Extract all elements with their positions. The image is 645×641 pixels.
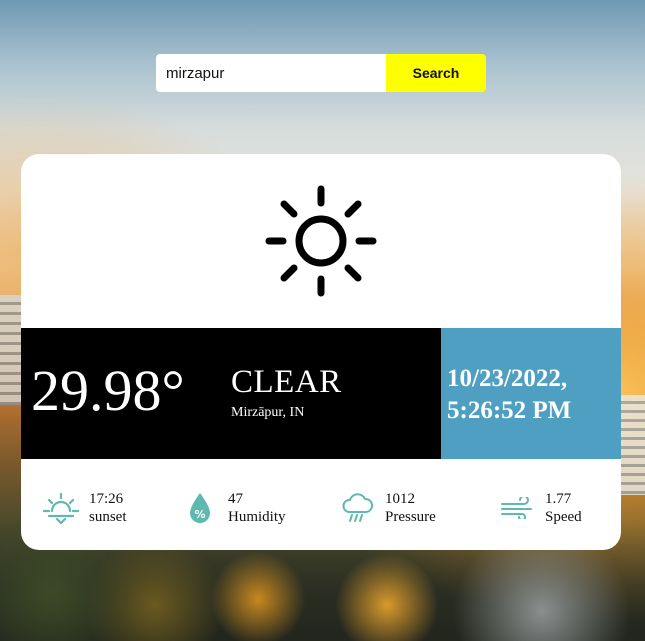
pressure-icon [337, 492, 377, 524]
temperature-panel: 29.98° CLEAR Mirzāpur, IN [21, 328, 441, 459]
sun-icon [263, 183, 379, 299]
speed-label: Speed [545, 509, 582, 525]
wind-icon [497, 497, 537, 519]
humidity-label: Humidity [228, 509, 286, 525]
search-button[interactable]: Search [386, 54, 486, 92]
stat-speed: 1.77 Speed [497, 490, 582, 526]
search-input[interactable] [156, 54, 386, 92]
weather-icon-area [21, 154, 621, 328]
humidity-value: 47 [228, 491, 243, 507]
weather-card: 29.98° CLEAR Mirzāpur, IN 10/23/2022, 5:… [21, 154, 621, 550]
sunset-icon [41, 492, 81, 524]
background-building-right [619, 395, 645, 495]
stat-humidity: % 47 Humidity [180, 490, 286, 526]
time: 5:26:52 PM [447, 397, 572, 424]
background-building-left [0, 295, 22, 405]
pressure-label: Pressure [385, 509, 436, 525]
humidity-icon: % [180, 492, 220, 524]
location: Mirzāpur, IN [231, 405, 305, 420]
temperature: 29.98° [31, 358, 185, 423]
svg-text:%: % [194, 508, 205, 521]
stat-pressure: 1012 Pressure [337, 490, 436, 526]
sunset-label: sunset [89, 509, 127, 525]
search-bar: Search [156, 54, 486, 92]
datetime-panel: 10/23/2022, 5:26:52 PM [441, 328, 621, 459]
date: 10/23/2022, [447, 365, 568, 392]
stat-sunset: 17:26 sunset [41, 490, 127, 526]
pressure-value: 1012 [385, 491, 415, 507]
weather-condition: CLEAR [231, 364, 342, 400]
stats-row: 17:26 sunset % 47 Humidity 1012 Pressure… [21, 459, 621, 550]
sunset-value: 17:26 [89, 491, 124, 507]
speed-value: 1.77 [545, 491, 572, 507]
